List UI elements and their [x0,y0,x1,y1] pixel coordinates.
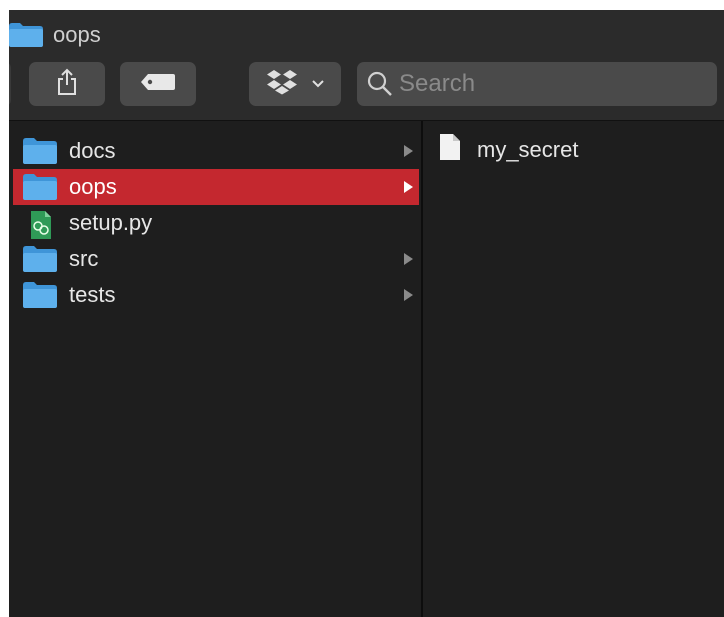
dropbox-icon [266,69,298,100]
toolbar: oops Search [9,10,724,121]
tag-button[interactable] [120,62,196,106]
column-left: docs oops setup.py src tests [9,121,421,617]
chevron-right-icon [404,181,413,193]
list-item-oops[interactable]: oops [13,169,419,205]
finder-window: oops Search docs oops setup.py src tests… [9,10,724,617]
list-item-label: my_secret [477,136,579,162]
list-item-tests[interactable]: tests [13,277,419,313]
list-item-docs[interactable]: docs [13,133,419,169]
chevron-right-icon [404,253,413,265]
folder-icon [23,282,57,308]
share-button[interactable] [29,62,105,106]
column-right: my_secret [423,121,724,617]
folder-icon [23,246,57,272]
list-item-label: docs [69,138,116,163]
search-field[interactable]: Search [357,62,717,106]
dropbox-button[interactable] [249,62,341,106]
folder-icon [23,174,57,200]
list-item-label: src [69,246,99,271]
tag-icon [140,73,176,96]
chevron-right-icon [404,145,413,157]
folder-icon [23,138,57,164]
document-icon [439,133,461,166]
back-button[interactable] [9,62,11,106]
python-file-icon [23,210,57,239]
list-item-label: setup.py [69,210,153,235]
chevron-right-icon [404,289,413,301]
list-item-src[interactable]: src [13,241,419,277]
list-item-label: oops [69,174,117,199]
share-icon [56,68,78,101]
list-item-label: tests [69,282,116,307]
window-title-row: oops [9,20,101,50]
folder-icon [9,23,43,47]
search-icon [367,71,393,97]
list-item-setup-py[interactable]: setup.py [13,205,419,241]
list-item-my-secret[interactable]: my_secret [439,133,578,166]
window-title: oops [53,22,101,47]
search-input[interactable]: Search [399,70,475,98]
chevron-down-icon [312,75,324,93]
